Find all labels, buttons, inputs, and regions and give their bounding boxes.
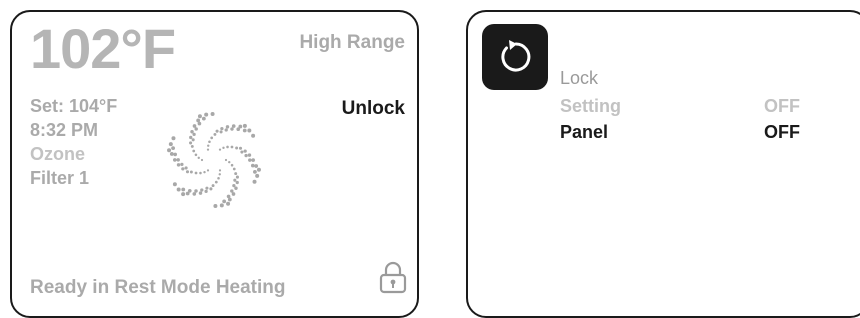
ozone-indicator: Ozone	[30, 144, 86, 164]
padlock-icon[interactable]	[378, 260, 408, 294]
unlock-button[interactable]: Unlock	[342, 98, 405, 120]
set-temperature: Set: 104°F	[30, 96, 118, 116]
lock-menu-title: Lock	[560, 68, 599, 88]
main-screen-panel: 102°F High Range Unlock Set: 104°F 8:32 …	[10, 10, 419, 318]
current-temperature[interactable]: 102°F	[30, 16, 176, 81]
pump-spinner-icon	[167, 112, 261, 208]
lock-screen-panel: Lock Setting OFF Panel OFF	[466, 10, 860, 318]
panel-row-value[interactable]: OFF	[764, 122, 800, 143]
filter-indicator: Filter 1	[30, 168, 90, 188]
setting-row-value[interactable]: OFF	[764, 96, 800, 117]
back-arrow-icon	[501, 40, 531, 72]
setting-row-label[interactable]: Setting	[560, 96, 621, 117]
back-button[interactable]	[482, 24, 548, 90]
range-label[interactable]: High Range	[299, 32, 405, 54]
clock-time: 8:32 PM	[30, 120, 99, 140]
status-message: Ready in Rest Mode Heating	[30, 277, 286, 298]
panel-row-label[interactable]: Panel	[560, 122, 608, 143]
